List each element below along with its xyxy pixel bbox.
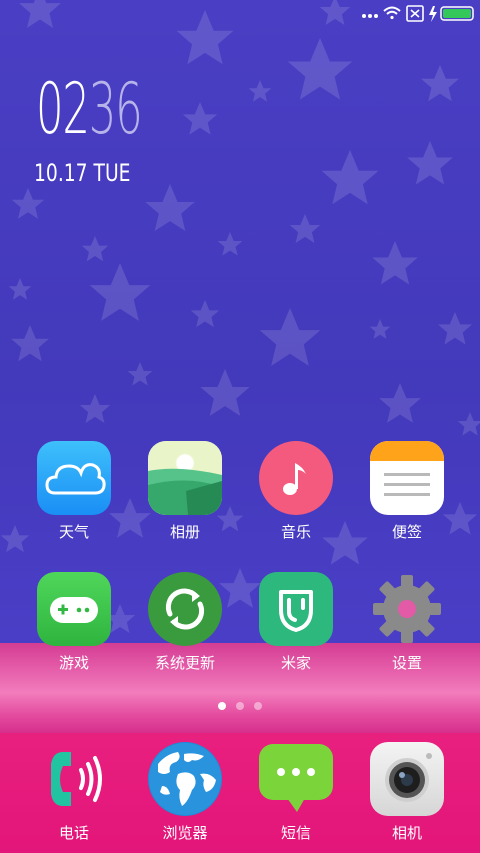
- home-screen: 0236 10.17 TUE 天气 相册 音乐 便签 游戏 系统更新 米家 设置…: [0, 0, 480, 853]
- page-dot[interactable]: [254, 702, 262, 710]
- music-icon: [259, 441, 333, 515]
- app-mijia[interactable]: 米家: [241, 572, 351, 682]
- dock-camera[interactable]: 相机: [352, 742, 462, 852]
- weather-icon: [37, 441, 111, 515]
- messages-icon: [259, 742, 333, 816]
- settings-icon: [370, 572, 444, 646]
- notes-icon: [370, 441, 444, 515]
- charging-icon: [429, 6, 437, 22]
- browser-icon: [148, 742, 222, 816]
- app-settings[interactable]: 设置: [352, 572, 462, 682]
- page-dot[interactable]: [236, 702, 244, 710]
- app-system-update[interactable]: 系统更新: [130, 572, 240, 682]
- clock-hours: 02: [36, 68, 90, 150]
- mijia-icon: [259, 572, 333, 646]
- app-label: 游戏: [58, 654, 89, 672]
- app-notes[interactable]: 便签: [352, 441, 462, 551]
- gallery-icon: [148, 441, 222, 515]
- games-icon: [37, 572, 111, 646]
- status-bar: [0, 0, 480, 28]
- app-label: 音乐: [280, 523, 311, 541]
- dock-browser[interactable]: 浏览器: [130, 742, 240, 852]
- app-label: 相机: [391, 824, 422, 842]
- more-dots-icon: [362, 14, 378, 18]
- no-sim-icon: [406, 5, 424, 22]
- app-label: 设置: [391, 654, 422, 672]
- camera-icon: [370, 742, 444, 816]
- app-label: 米家: [280, 654, 311, 672]
- date-text: 10.17 TUE: [34, 159, 131, 187]
- clock-minutes: 36: [88, 68, 143, 150]
- dock-phone[interactable]: 电话: [19, 742, 129, 852]
- app-label: 便签: [391, 523, 422, 541]
- page-dot-active[interactable]: [218, 702, 226, 710]
- wifi-icon: [383, 6, 401, 20]
- app-gallery[interactable]: 相册: [130, 441, 240, 551]
- battery-icon: [440, 6, 474, 21]
- phone-icon: [37, 742, 111, 816]
- app-label: 天气: [58, 523, 89, 541]
- app-label: 浏览器: [162, 824, 208, 842]
- system-update-icon: [148, 572, 222, 646]
- dock-messages[interactable]: 短信: [241, 742, 351, 852]
- app-music[interactable]: 音乐: [241, 441, 351, 551]
- app-games[interactable]: 游戏: [19, 572, 129, 682]
- app-weather[interactable]: 天气: [19, 441, 129, 551]
- clock-widget[interactable]: 0236: [36, 74, 143, 144]
- app-label: 电话: [58, 824, 89, 842]
- app-label: 相册: [169, 523, 200, 541]
- app-label: 短信: [280, 824, 311, 842]
- app-label: 系统更新: [154, 654, 215, 672]
- page-indicator[interactable]: [0, 700, 480, 712]
